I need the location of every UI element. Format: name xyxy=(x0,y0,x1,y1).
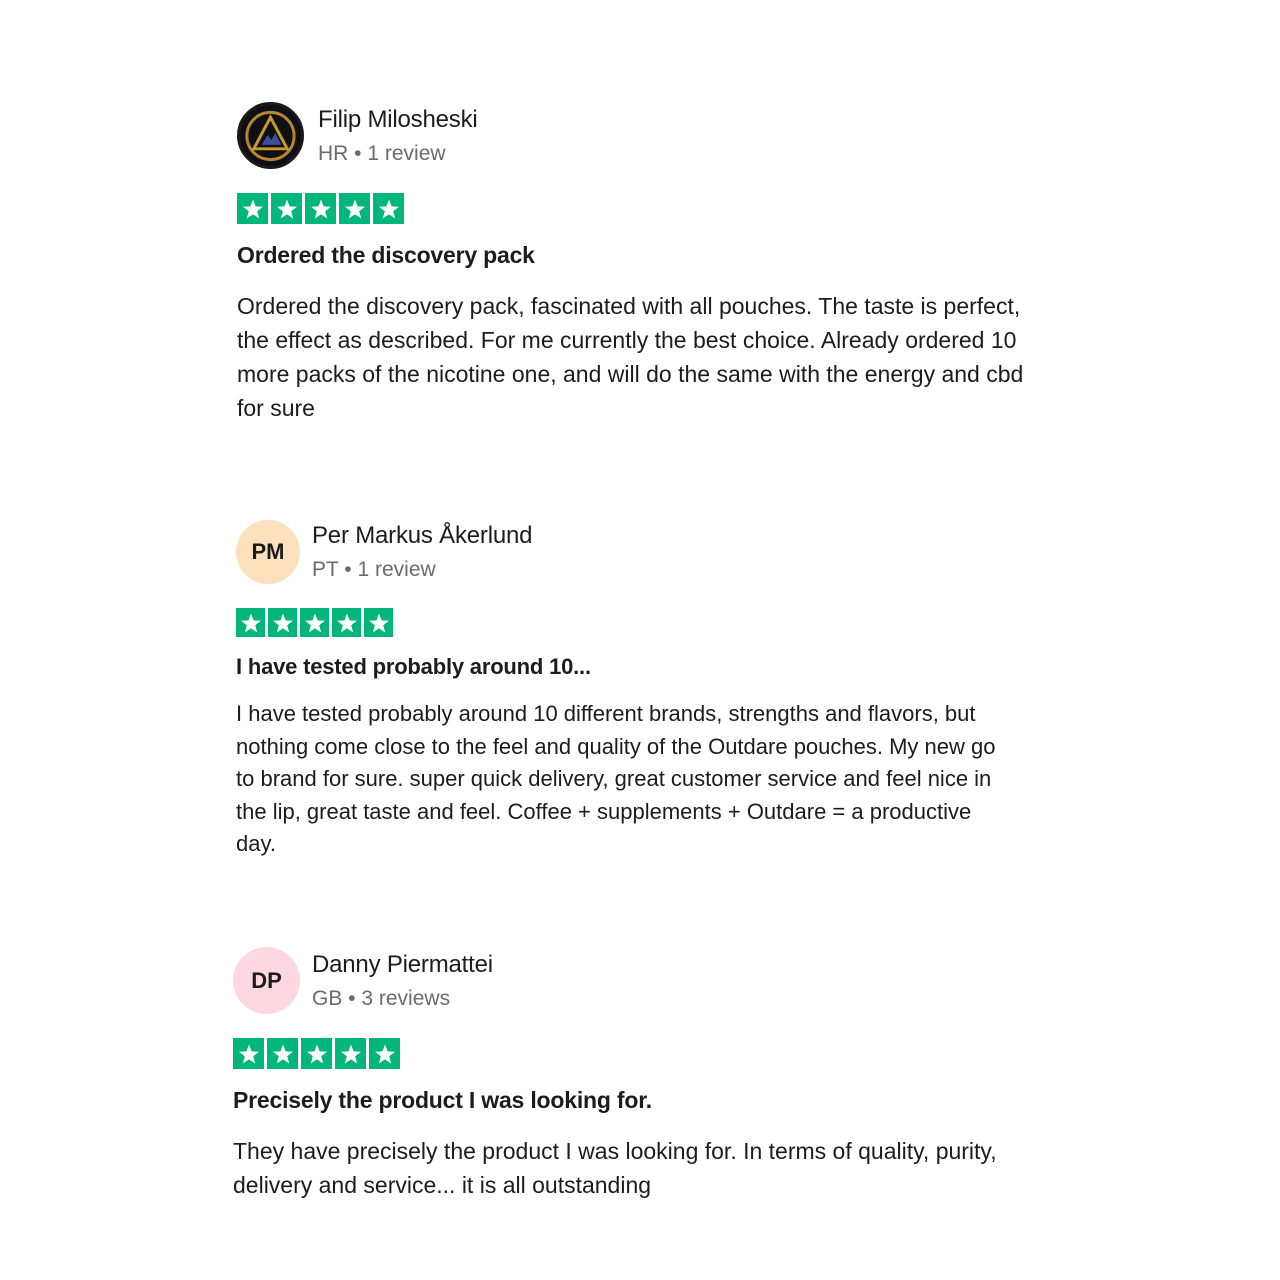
star-icon xyxy=(373,193,404,224)
review-header: Filip Milosheski HR • 1 review xyxy=(237,102,1057,169)
reviewer-review-count: 1 review xyxy=(357,558,436,581)
star-icon xyxy=(301,1038,332,1069)
star-icon xyxy=(335,1038,366,1069)
star-icon xyxy=(339,193,370,224)
review-title[interactable]: I have tested probably around 10... xyxy=(236,654,1056,680)
star-rating xyxy=(233,1038,1053,1069)
logo-icon xyxy=(240,105,301,166)
star-icon xyxy=(237,193,268,224)
reviewer-country: PT xyxy=(312,558,339,581)
star-icon xyxy=(268,608,297,637)
star-icon xyxy=(332,608,361,637)
star-icon xyxy=(305,193,336,224)
review-card: PM Per Markus Åkerlund PT • 1 review I h… xyxy=(236,520,1056,861)
avatar[interactable] xyxy=(237,102,304,169)
reviewer-meta: Danny Piermattei GB • 3 reviews xyxy=(312,951,493,1011)
review-title[interactable]: Precisely the product I was looking for. xyxy=(233,1087,1053,1114)
review-body: They have precisely the product I was lo… xyxy=(233,1138,997,1198)
reviewer-country: GB xyxy=(312,986,343,1010)
review-card: Filip Milosheski HR • 1 review Ordered t… xyxy=(237,102,1057,425)
reviewer-name[interactable]: Danny Piermattei xyxy=(312,951,493,979)
reviewer-country: HR xyxy=(318,141,349,165)
reviewer-meta: Filip Milosheski HR • 1 review xyxy=(318,106,478,166)
separator: • xyxy=(348,141,368,165)
review-header: DP Danny Piermattei GB • 3 reviews xyxy=(233,947,1053,1014)
reviewer-name[interactable]: Per Markus Åkerlund xyxy=(312,522,532,550)
star-icon xyxy=(267,1038,298,1069)
review-header: PM Per Markus Åkerlund PT • 1 review xyxy=(236,520,1056,584)
reviewer-info: GB • 3 reviews xyxy=(312,987,493,1011)
reviewer-meta: Per Markus Åkerlund PT • 1 review xyxy=(312,522,532,582)
star-rating xyxy=(236,608,1056,637)
reviewer-review-count: 3 reviews xyxy=(361,986,451,1010)
reviews-page: Filip Milosheski HR • 1 review Ordered t… xyxy=(0,0,1280,1280)
review-card: DP Danny Piermattei GB • 3 reviews Preci… xyxy=(233,947,1053,1202)
reviewer-info: PT • 1 review xyxy=(312,558,532,582)
reviewer-review-count: 1 review xyxy=(367,141,446,165)
star-icon xyxy=(271,193,302,224)
separator: • xyxy=(338,558,358,581)
review-body: Ordered the discovery pack, fascinated w… xyxy=(237,293,1024,421)
avatar[interactable]: PM xyxy=(236,520,300,584)
reviewer-name[interactable]: Filip Milosheski xyxy=(318,106,478,134)
reviewer-info: HR • 1 review xyxy=(318,142,478,166)
avatar[interactable]: DP xyxy=(233,947,300,1014)
separator: • xyxy=(342,986,362,1010)
star-icon xyxy=(369,1038,400,1069)
review-title[interactable]: Ordered the discovery pack xyxy=(237,242,1057,269)
star-icon xyxy=(364,608,393,637)
star-icon xyxy=(236,608,265,637)
star-icon xyxy=(233,1038,264,1069)
review-body: I have tested probably around 10 differe… xyxy=(236,701,996,856)
star-rating xyxy=(237,193,1057,224)
star-icon xyxy=(300,608,329,637)
